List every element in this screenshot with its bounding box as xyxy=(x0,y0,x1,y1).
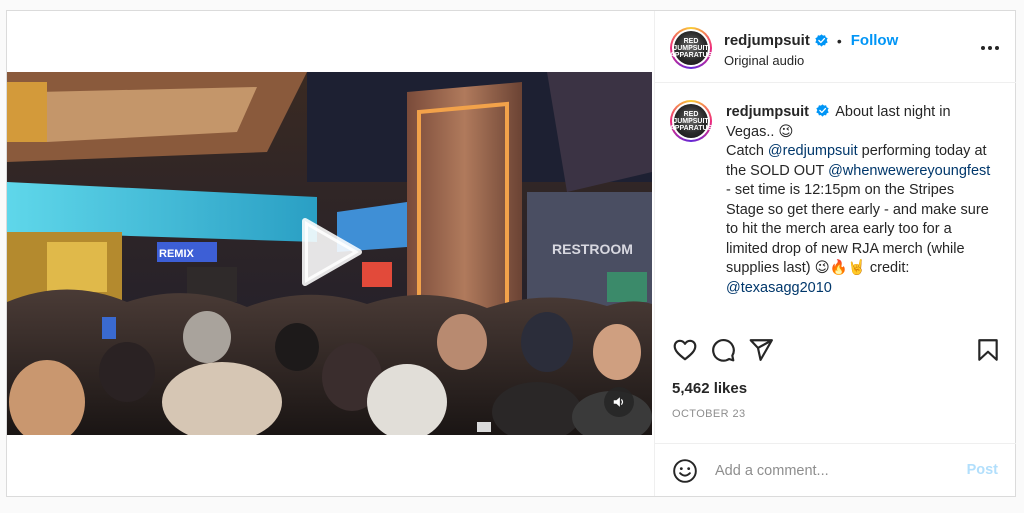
caption-verified-badge-icon xyxy=(816,104,829,117)
video-player[interactable]: RESTROOM REMIX xyxy=(7,72,652,435)
share-icon[interactable] xyxy=(748,337,774,363)
play-icon[interactable] xyxy=(301,217,363,287)
caption-section: RED JUMPSUIT APPARATUS redjumpsuit About… xyxy=(655,84,1016,330)
comment-bar: Post xyxy=(655,443,1016,496)
caption-line2-pre: Catch xyxy=(726,143,764,159)
mention-texasagg2010[interactable]: @texasagg2010 xyxy=(726,280,832,296)
caption-username[interactable]: redjumpsuit xyxy=(726,104,809,120)
caption-text: redjumpsuit About last night in Vegas.. … xyxy=(726,103,991,298)
caption-avatar-image: RED JUMPSUIT APPARATUS xyxy=(670,104,712,138)
post-container: RESTROOM REMIX RED JUMPSUIT APPARATUS re… xyxy=(6,10,1016,497)
caption-line3: - set time is 12:15pm on the Stripes Sta… xyxy=(726,182,989,276)
mention-whenwewereyoungfest[interactable]: @whenwewereyoungfest xyxy=(828,163,990,179)
emoji-icon[interactable] xyxy=(672,458,698,484)
media-panel: RESTROOM REMIX xyxy=(7,11,654,496)
post-date[interactable]: OCTOBER 23 xyxy=(672,408,746,420)
verified-badge-icon xyxy=(815,34,828,47)
post-sidebar: RED JUMPSUIT APPARATUS redjumpsuit • Fol… xyxy=(654,11,1016,496)
comment-input[interactable] xyxy=(715,459,945,483)
more-options-icon[interactable] xyxy=(978,38,1002,58)
heart-icon[interactable] xyxy=(672,337,698,363)
caption-avatar[interactable]: RED JUMPSUIT APPARATUS xyxy=(670,100,712,142)
restroom-sign: RESTROOM xyxy=(552,241,633,257)
audio-label[interactable]: Original audio xyxy=(724,53,804,68)
comment-icon[interactable] xyxy=(710,337,736,363)
avatar-image: RED JUMPSUIT APPARATUS xyxy=(670,31,712,65)
follow-button[interactable]: Follow xyxy=(851,32,899,49)
header-username[interactable]: redjumpsuit xyxy=(724,32,810,49)
remix-sign: REMIX xyxy=(159,248,195,260)
avatar[interactable]: RED JUMPSUIT APPARATUS xyxy=(670,27,712,69)
likes-count[interactable]: 5,462 likes xyxy=(672,380,747,397)
post-header: RED JUMPSUIT APPARATUS redjumpsuit • Fol… xyxy=(655,11,1016,83)
action-bar xyxy=(655,331,1016,371)
header-name-row: redjumpsuit • Follow xyxy=(724,32,898,49)
separator-dot: • xyxy=(836,32,842,49)
post-comment-button[interactable]: Post xyxy=(967,462,998,478)
speaker-icon[interactable] xyxy=(604,387,634,417)
mention-redjumpsuit[interactable]: @redjumpsuit xyxy=(768,143,858,159)
bookmark-icon[interactable] xyxy=(975,337,1001,363)
